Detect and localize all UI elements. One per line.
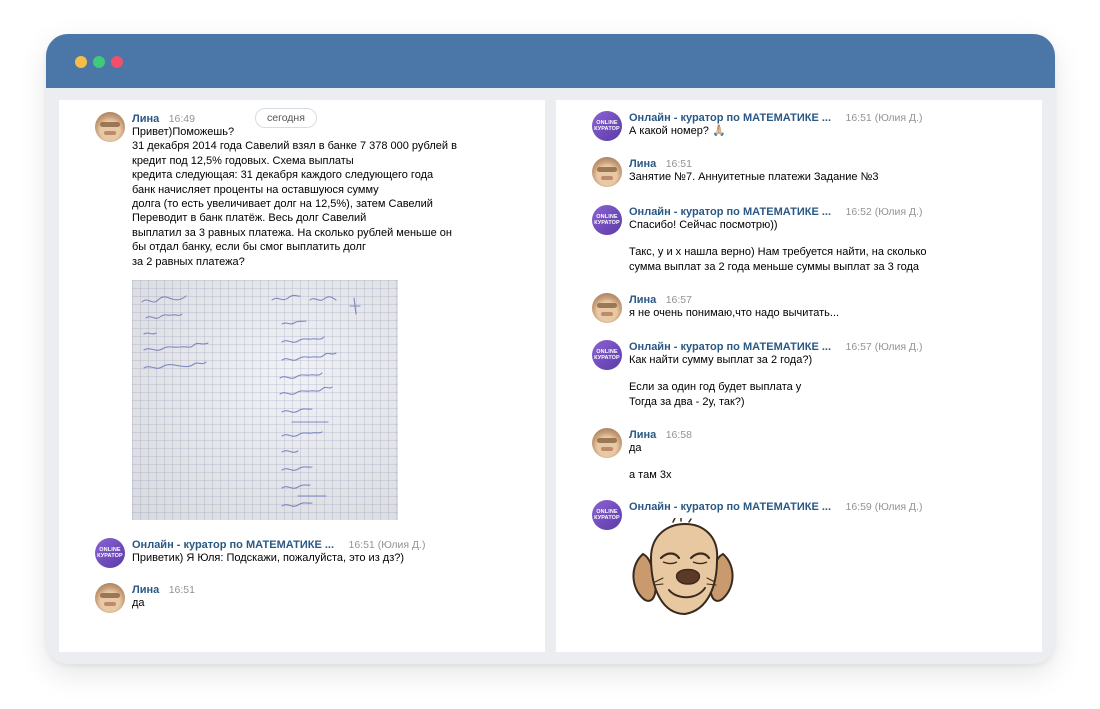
message-time[interactable]: 16:51 xyxy=(666,158,692,170)
user-avatar-icon[interactable] xyxy=(592,157,622,187)
message-item: Лина 16:57 я не очень понимаю,что надо в… xyxy=(592,291,1032,323)
message-time[interactable]: 16:58 xyxy=(666,429,692,441)
message-item: Лина 16:49 Привет)Поможешь? 31 декабря 2… xyxy=(95,110,535,521)
curator-avatar-icon[interactable]: ONLINE КУРАТОР xyxy=(592,340,622,370)
message-text: Такс, у и х нашла верно) Нам требуется н… xyxy=(629,246,927,273)
message-author[interactable]: Лина xyxy=(629,429,656,441)
message-text: Спасибо! Сейчас посмотрю)) xyxy=(629,219,778,231)
message-time[interactable]: 16:59 (Юлия Д.) xyxy=(846,501,923,513)
message-time[interactable]: 16:51 xyxy=(169,584,195,596)
minimize-button[interactable] xyxy=(75,56,87,68)
laughing-dog-sticker-icon[interactable] xyxy=(629,517,739,623)
message-author[interactable]: Онлайн - куратор по МАТЕМАТИКЕ ... xyxy=(629,112,831,124)
chat-panel-right[interactable]: ONLINE КУРАТОР Онлайн - куратор по МАТЕМА… xyxy=(556,100,1042,652)
message-item: ONLINE КУРАТОР Онлайн - куратор по МАТЕМА… xyxy=(592,498,1032,616)
message-time[interactable]: 16:52 (Юлия Д.) xyxy=(846,206,923,218)
message-author[interactable]: Лина xyxy=(132,113,159,125)
message-author[interactable]: Онлайн - куратор по МАТЕМАТИКЕ ... xyxy=(629,206,831,218)
message-text: Если за один год будет выплата у Тогда з… xyxy=(629,381,802,408)
message-text: да xyxy=(629,442,642,454)
message-time[interactable]: 16:57 (Юлия Д.) xyxy=(846,341,923,353)
user-avatar-icon[interactable] xyxy=(95,112,125,142)
user-avatar-icon[interactable] xyxy=(95,583,125,613)
chat-panel-left[interactable]: сегодня Лина 16:49 Привет)Поможешь? 31 д… xyxy=(59,100,545,652)
message-time[interactable]: 16:51 (Юлия Д.) xyxy=(846,112,923,124)
curator-avatar-icon[interactable]: ONLINE КУРАТОР xyxy=(592,205,622,235)
close-button[interactable] xyxy=(111,56,123,68)
message-time[interactable]: 16:57 xyxy=(666,294,692,306)
message-author[interactable]: Лина xyxy=(132,584,159,596)
message-item: Лина 16:51 да xyxy=(95,581,535,613)
message-text: Приветик) Я Юля: Подскажи, пожалуйста, э… xyxy=(132,552,405,564)
window-titlebar xyxy=(46,34,1055,88)
message-author[interactable]: Онлайн - куратор по МАТЕМАТИКЕ ... xyxy=(629,341,831,353)
message-time[interactable]: 16:49 xyxy=(169,113,195,125)
message-author[interactable]: Лина xyxy=(629,294,656,306)
message-item: ONLINE КУРАТОР Онлайн - куратор по МАТЕМА… xyxy=(592,338,1032,409)
message-item: ONLINE КУРАТОР Онлайн - куратор по МАТЕМА… xyxy=(592,109,1032,141)
message-text: я не очень понимаю,что надо вычитать... xyxy=(629,307,840,319)
message-item: ONLINE КУРАТОР Онлайн - куратор по МАТЕМА… xyxy=(592,203,1032,274)
message-author[interactable]: Онлайн - куратор по МАТЕМАТИКЕ ... xyxy=(629,501,831,513)
user-avatar-icon[interactable] xyxy=(592,428,622,458)
message-text: да xyxy=(132,597,145,609)
user-avatar-icon[interactable] xyxy=(592,293,622,323)
message-text: А какой номер? 🙏🏼 xyxy=(629,125,726,137)
message-text: Привет)Поможешь? 31 декабря 2014 года Са… xyxy=(132,126,457,268)
message-item: ONLINE КУРАТОР Онлайн - куратор по МАТЕМА… xyxy=(95,536,535,568)
curator-avatar-icon[interactable]: ONLINE КУРАТОР xyxy=(95,538,125,568)
message-text: Как найти сумму выплат за 2 года?) xyxy=(629,354,813,366)
message-author[interactable]: Лина xyxy=(629,158,656,170)
message-item: Лина 16:51 Занятие №7. Аннуитетные плате… xyxy=(592,155,1032,187)
curator-avatar-icon[interactable]: ONLINE КУРАТОР xyxy=(592,500,622,530)
curator-avatar-icon[interactable]: ONLINE КУРАТОР xyxy=(592,111,622,141)
message-item: Лина 16:58 да а там 3х xyxy=(592,426,1032,483)
handwritten-math-photo[interactable] xyxy=(132,280,398,521)
chat-window: сегодня Лина 16:49 Привет)Поможешь? 31 д… xyxy=(46,34,1055,664)
message-text: а там 3х xyxy=(629,469,672,482)
maximize-button[interactable] xyxy=(93,56,105,68)
message-text: Занятие №7. Аннуитетные платежи Задание … xyxy=(629,171,879,183)
message-time[interactable]: 16:51 (Юлия Д.) xyxy=(349,539,426,551)
message-author[interactable]: Онлайн - куратор по МАТЕМАТИКЕ ... xyxy=(132,539,334,551)
